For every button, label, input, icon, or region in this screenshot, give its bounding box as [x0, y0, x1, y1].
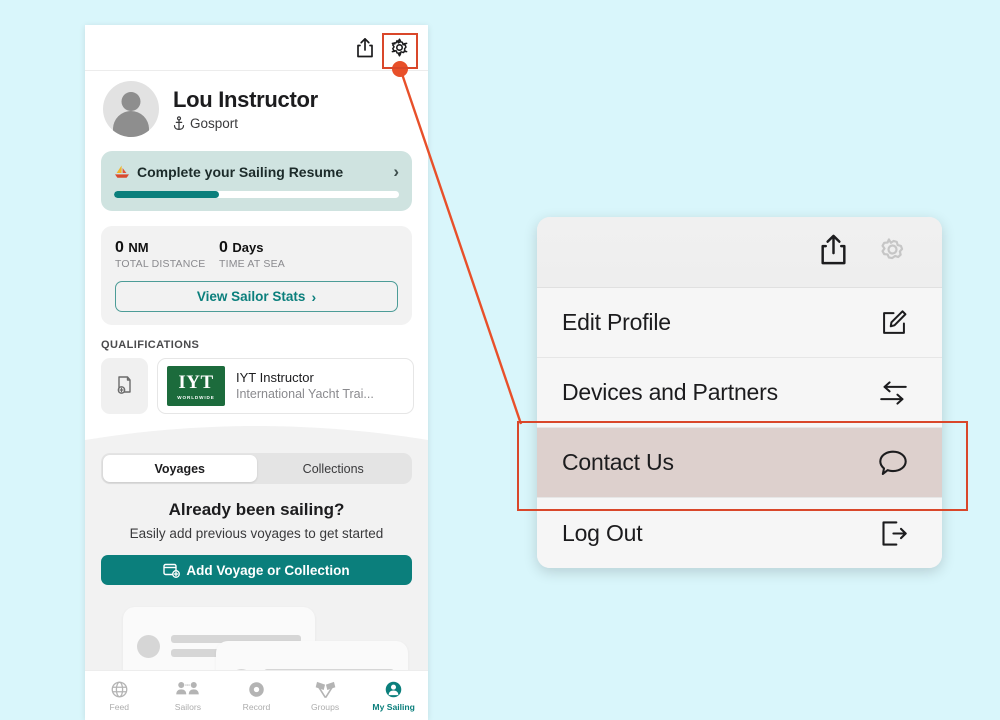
chevron-right-icon: › — [311, 288, 317, 305]
iyt-logo-subtext: WORLDWIDE — [177, 394, 215, 400]
qualifications-row: IYT WORLDWIDE IYT Instructor Internation… — [101, 358, 428, 414]
qualifications-title: QUALIFICATIONS — [101, 339, 200, 351]
stat-total-distance-caption: TOTAL DISTANCE — [115, 258, 206, 270]
person-circle-icon — [385, 681, 402, 697]
share-icon[interactable] — [818, 233, 849, 272]
edit-square-icon — [874, 309, 908, 337]
stat-time-at-sea-caption: TIME AT SEA — [219, 258, 285, 270]
tab-my-sailing[interactable]: My Sailing — [359, 680, 428, 712]
settings-menu-panel: Edit Profile Devices and Partners Contac… — [537, 217, 942, 568]
menu-item-label: Contact Us — [562, 449, 674, 475]
tab-voyages[interactable]: Voyages — [103, 455, 257, 482]
tab-my-sailing-label: My Sailing — [372, 701, 415, 712]
iyt-logo-text: IYT — [178, 371, 214, 393]
record-icon — [249, 681, 264, 697]
stat-total-distance-value: 0 NM — [115, 239, 149, 256]
menu-item-label: Edit Profile — [562, 309, 671, 335]
empty-state-title: Already been sailing? — [168, 500, 345, 519]
menu-item-devices-and-partners[interactable]: Devices and Partners — [537, 358, 942, 428]
add-document-icon — [117, 376, 131, 394]
tab-groups-label: Groups — [310, 701, 340, 712]
voyages-collections-segmented-control[interactable]: Voyages Collections — [101, 453, 412, 484]
bottom-tab-bar: Feed Sailors Record Groups My Sailing — [85, 670, 428, 720]
sailing-resume-label: Complete your Sailing Resume — [137, 163, 344, 180]
gear-icon[interactable] — [877, 234, 908, 270]
view-sailor-stats-label: View Sailor Stats — [196, 289, 306, 304]
profile-location: Gosport — [173, 116, 318, 131]
people-icon — [176, 681, 200, 694]
tab-sailors[interactable]: Sailors — [154, 680, 223, 712]
gear-icon[interactable] — [382, 31, 416, 65]
menu-item-label: Log Out — [562, 519, 643, 546]
sailboat-icon — [115, 165, 129, 178]
globe-icon — [111, 681, 128, 697]
avatar-body — [113, 111, 149, 137]
speech-bubble-icon — [874, 449, 908, 477]
resume-progress-fill — [114, 191, 220, 198]
placeholder-avatar — [137, 634, 160, 658]
avatar — [103, 81, 159, 137]
tab-sailors-label: Sailors — [174, 701, 202, 712]
tab-feed[interactable]: Feed — [85, 680, 154, 712]
wave-shape — [85, 426, 428, 448]
wave-separator — [85, 426, 428, 448]
tab-record-label: Record — [242, 701, 271, 712]
iyt-logo: IYT WORLDWIDE — [167, 366, 225, 406]
menu-item-contact-us[interactable]: Contact Us — [537, 428, 942, 498]
flags-icon — [315, 681, 335, 698]
profile-location-label: Gosport — [190, 116, 239, 131]
qualification-org: International Yacht Trai... — [236, 387, 374, 401]
menu-item-log-out[interactable]: Log Out — [537, 498, 942, 568]
menu-item-label: Devices and Partners — [562, 379, 778, 405]
chevron-right-icon: › — [393, 162, 399, 181]
tab-record[interactable]: Record — [222, 680, 291, 712]
share-icon[interactable] — [348, 31, 382, 65]
add-qualification-button[interactable] — [101, 358, 148, 414]
sailor-stats-card: 0 NM TOTAL DISTANCE 0 Days TIME AT SEA V… — [101, 226, 412, 325]
stats-numbers-row: 0 NM TOTAL DISTANCE 0 Days TIME AT SEA — [115, 238, 398, 270]
profile-header: Lou Instructor Gosport — [85, 71, 428, 145]
resume-progress-track — [114, 191, 399, 198]
logout-icon — [874, 520, 908, 547]
tab-collections[interactable]: Collections — [257, 455, 411, 482]
stat-total-distance: 0 NM TOTAL DISTANCE — [115, 238, 219, 270]
tab-feed-label: Feed — [109, 701, 130, 712]
empty-state-subtitle: Easily add previous voyages to get start… — [129, 526, 384, 541]
add-voyage-icon — [163, 563, 181, 578]
qualification-info: IYT Instructor International Yacht Trai.… — [236, 369, 374, 403]
profile-text-block: Lou Instructor Gosport — [173, 87, 318, 131]
avatar-head — [121, 92, 141, 111]
sailing-resume-card-top: Complete your Sailing Resume › — [114, 163, 399, 180]
view-sailor-stats-button[interactable]: View Sailor Stats › — [115, 281, 398, 312]
phone-top-bar — [85, 25, 428, 71]
annotation-callout-dot — [392, 61, 408, 77]
menu-item-edit-profile[interactable]: Edit Profile — [537, 288, 942, 358]
qualification-card[interactable]: IYT WORLDWIDE IYT Instructor Internation… — [157, 358, 414, 414]
stat-time-at-sea-value: 0 Days — [219, 239, 264, 256]
phone-screen: Lou Instructor Gosport Complete your Sai… — [85, 25, 428, 720]
profile-name: Lou Instructor — [173, 87, 318, 112]
qualification-name: IYT Instructor — [236, 370, 314, 385]
stat-time-at-sea: 0 Days TIME AT SEA — [219, 238, 323, 270]
anchor-icon — [173, 116, 185, 131]
sailing-resume-card[interactable]: Complete your Sailing Resume › — [101, 151, 412, 211]
add-voyage-button-label: Add Voyage or Collection — [186, 562, 350, 578]
menu-header — [537, 217, 942, 288]
tab-groups[interactable]: Groups — [291, 680, 360, 712]
swap-arrows-icon — [874, 380, 908, 406]
add-voyage-or-collection-button[interactable]: Add Voyage or Collection — [101, 555, 412, 585]
